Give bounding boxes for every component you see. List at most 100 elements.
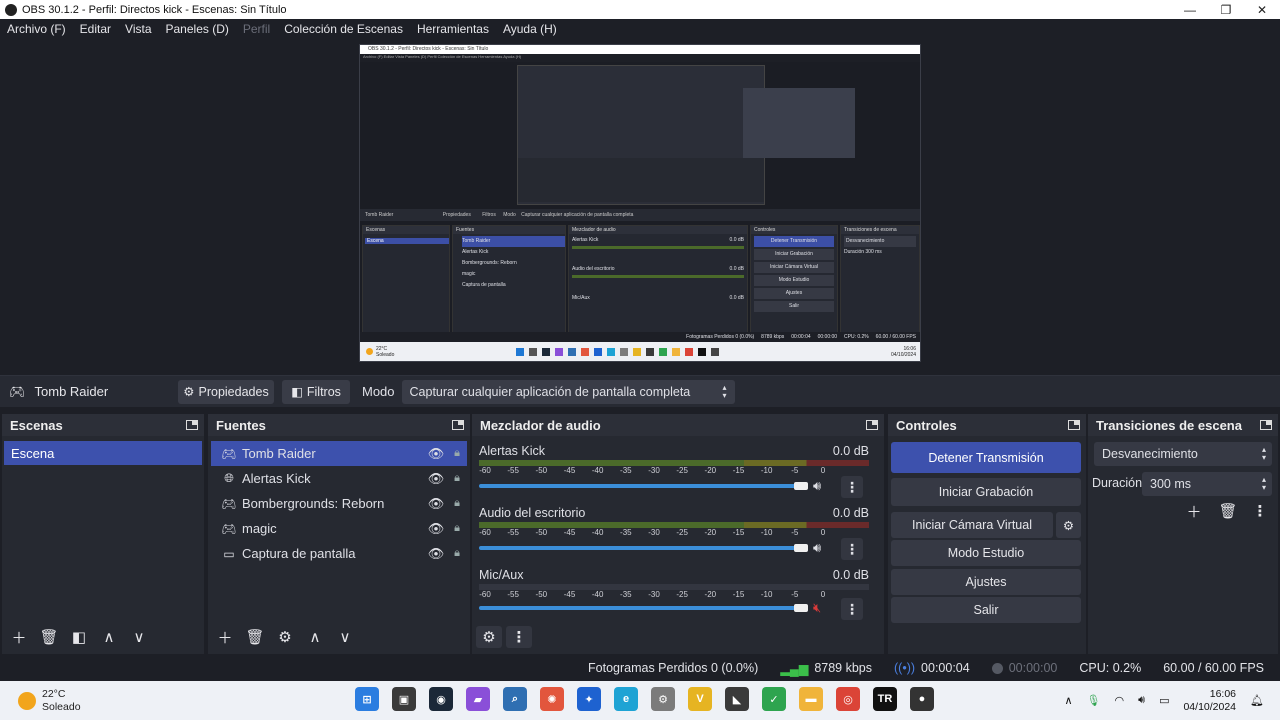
source-row[interactable]: ▭ Captura de pantalla 👁︎ 🔒︎ [211,541,467,566]
add-scene-button[interactable]: ＋ [6,626,32,648]
start-recording-button[interactable]: Iniciar Grabación [891,478,1081,506]
lock-icon[interactable]: 🔒︎ [447,472,467,485]
app-purple-icon[interactable]: ▰ [466,687,490,711]
windows-start-icon[interactable]: ⊞ [355,687,379,711]
menu-archivo[interactable]: Archivo (F) [0,19,73,40]
lock-icon[interactable]: 🔒︎ [447,447,467,460]
settings-app-icon[interactable]: ⚙ [651,687,675,711]
remove-transition-button[interactable]: 🗑︎ [1215,500,1241,522]
move-up-button[interactable]: ∧ [96,626,122,648]
tick-label: -55 [507,590,519,599]
app-bird-icon[interactable]: ◣ [725,687,749,711]
close-icon[interactable]: ✕ [1244,3,1280,17]
volume-fader[interactable] [479,606,802,610]
tr-app-icon[interactable]: TR [873,687,897,711]
add-transition-button[interactable]: ＋ [1181,500,1207,522]
notification-bell-icon[interactable]: 🔔︎ [1250,694,1264,707]
more-options-icon[interactable]: ⋮ [841,476,863,498]
duration-spinbox[interactable]: 300 ms ▴ ▾ [1142,472,1272,496]
clock[interactable]: 16:06 04/10/2024 [1183,688,1236,714]
menu-editar[interactable]: Editar [73,19,118,40]
speaker-icon[interactable]: 🔊︎ [813,540,821,556]
eye-icon[interactable]: 👁︎ [425,446,447,462]
speaker-muted-icon[interactable]: 🔇︎ [813,600,821,616]
fader-knob[interactable] [794,482,808,490]
clock-date: 04/10/2024 [1183,700,1237,713]
microphone-icon[interactable]: 🎙︎ [1087,694,1101,707]
add-source-button[interactable]: ＋ [212,626,238,648]
mode-select[interactable]: Capturar cualquier aplicación de pantall… [401,379,735,404]
dropbox-icon[interactable]: ✦ [577,687,601,711]
move-up-button[interactable]: ∧ [302,626,328,648]
filters-button[interactable]: ◧ Filtros [282,379,350,404]
lock-icon[interactable]: 🔒︎ [447,497,467,510]
menu-vista[interactable]: Vista [118,19,158,40]
remove-scene-button[interactable]: 🗑︎ [36,626,62,648]
menu-herramientas[interactable]: Herramientas [410,19,496,40]
studio-mode-button[interactable]: Modo Estudio [891,540,1081,566]
weather-widget[interactable]: 22°C Soleado [0,688,300,714]
preview-controls-dock: Controles Detener Transmisión Iniciar Gr… [750,225,838,333]
remove-source-button[interactable]: 🗑︎ [242,626,268,648]
menu-coleccion-escenas[interactable]: Colección de Escenas [277,19,410,40]
undock-icon[interactable] [1260,420,1272,430]
exit-button[interactable]: Salir [891,597,1081,623]
source-row[interactable]: 🎮︎ Tomb Raider 👁︎ 🔒︎ [211,441,467,466]
source-row[interactable]: 🎮︎ Bombergrounds: Reborn 👁︎ 🔒︎ [211,491,467,516]
undock-icon[interactable] [866,420,878,430]
steam-icon[interactable]: ◉ [429,687,453,711]
app-swirl-icon[interactable]: ✺ [540,687,564,711]
source-row[interactable]: 🌐︎ Alertas Kick 👁︎ 🔒︎ [211,466,467,491]
eye-icon[interactable]: 👁︎ [425,471,447,487]
audio-mixer-dock: Mezclador de audio Alertas Kick 0.0 dB -6… [472,414,884,654]
transition-select[interactable]: Desvanecimiento ▴ ▾ [1094,442,1272,466]
battery-icon[interactable]: ▭ [1159,694,1169,707]
undock-icon[interactable] [186,420,198,430]
move-down-button[interactable]: ∨ [126,626,152,648]
settings-button[interactable]: Ajustes [891,569,1081,595]
fader-knob[interactable] [794,544,808,552]
menu-ayuda[interactable]: Ayuda (H) [496,19,564,40]
properties-button[interactable]: ⚙ Propiedades [178,379,274,404]
eye-icon[interactable]: 👁︎ [425,521,447,537]
start-virtual-camera-button[interactable]: Iniciar Cámara Virtual [891,512,1053,538]
stop-stream-button[interactable]: Detener Transmisión [891,442,1081,473]
undock-icon[interactable] [452,420,464,430]
source-row[interactable]: 🎮︎ magic 👁︎ 🔒︎ [211,516,467,541]
more-options-icon[interactable]: ⋮ [841,538,863,560]
speaker-icon[interactable]: 🔊︎ [1138,694,1145,707]
task-view-icon[interactable]: ▣ [392,687,416,711]
volume-fader[interactable] [479,484,802,488]
minimize-icon[interactable]: — [1172,3,1208,17]
vortex-icon[interactable]: V [688,687,712,711]
speaker-icon[interactable]: 🔊︎ [813,478,821,494]
obs-taskbar-icon[interactable]: ● [910,687,934,711]
fader-knob[interactable] [794,604,808,612]
more-options-icon[interactable]: ⋮ [841,598,863,620]
chrome-icon[interactable]: ◎ [836,687,860,711]
advanced-audio-icon[interactable]: ⚙ [476,626,502,648]
program-preview[interactable]: OBS 30.1.2 - Perfil: Directos kick - Esc… [359,44,921,362]
menu-paneles[interactable]: Paneles (D) [159,19,236,40]
move-down-button[interactable]: ∨ [332,626,358,648]
edge-icon[interactable]: e [614,687,638,711]
search-app-icon[interactable]: ⌕ [503,687,527,711]
scene-filters-button[interactable]: ◧ [66,626,92,648]
scene-item[interactable]: Escena [4,441,202,465]
volume-fader[interactable] [479,546,802,550]
chevron-up-icon[interactable]: ∧ [1064,694,1072,707]
lock-icon[interactable]: 🔒︎ [447,547,467,560]
transition-options-icon[interactable]: ⋮ [1247,500,1273,522]
eye-icon[interactable]: 👁︎ [425,546,447,562]
undock-icon[interactable] [1068,420,1080,430]
app-green-icon[interactable]: ✓ [762,687,786,711]
eye-icon[interactable]: 👁︎ [425,496,447,512]
virtual-camera-settings-icon[interactable]: ⚙ [1056,512,1081,538]
source-properties-button[interactable]: ⚙ [272,626,298,648]
preview-ctrl-5: Ajustes [754,288,834,299]
file-explorer-icon[interactable]: ▬ [799,687,823,711]
more-options-icon[interactable]: ⋮ [506,626,532,648]
lock-icon[interactable]: 🔒︎ [447,522,467,535]
wifi-icon[interactable]: ◠ [1115,694,1125,707]
maximize-icon[interactable]: ❐ [1208,3,1244,17]
